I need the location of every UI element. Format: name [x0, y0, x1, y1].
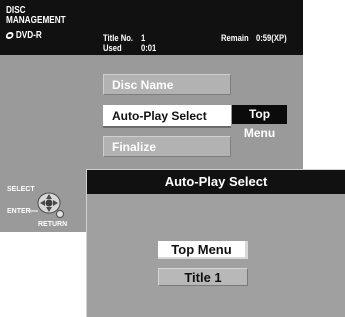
title-no-label: Title No. [103, 33, 134, 43]
enter-arrow-icon [30, 210, 38, 212]
used-label: Used [103, 43, 122, 53]
used-value: 0:01 [141, 43, 157, 53]
select-label: SELECT [7, 186, 35, 193]
option-top-menu[interactable]: Top Menu [158, 241, 248, 259]
option-title-1[interactable]: Title 1 [158, 268, 248, 286]
finalize-button[interactable]: Finalize [103, 136, 231, 157]
media-type: DVD-R [5, 30, 42, 41]
screen-title: DISC MANAGEMENT [6, 6, 66, 26]
disc-name-button[interactable]: Disc Name [103, 74, 231, 95]
remain-value: 0:59(XP) [256, 33, 287, 43]
remain-label: Remain [221, 33, 249, 43]
enter-label: ENTER [7, 208, 31, 215]
dialog-title: Auto-Play Select [87, 170, 345, 194]
screen-title-line2: MANAGEMENT [6, 15, 66, 26]
title-no-value: 1 [141, 33, 146, 43]
header-bar: DISC MANAGEMENT DVD-R Title No. 1 Used 0… [0, 0, 303, 55]
disc-icon [5, 32, 15, 39]
media-type-label: DVD-R [15, 30, 42, 41]
return-label: RETURN [38, 221, 68, 228]
auto-play-current-value: Top Menu [232, 105, 287, 140]
auto-play-select-button[interactable]: Auto-Play Select [103, 105, 231, 126]
auto-play-select-dialog: Auto-Play Select Top Menu Title 1 [86, 169, 345, 317]
dpad-icon [37, 192, 64, 218]
